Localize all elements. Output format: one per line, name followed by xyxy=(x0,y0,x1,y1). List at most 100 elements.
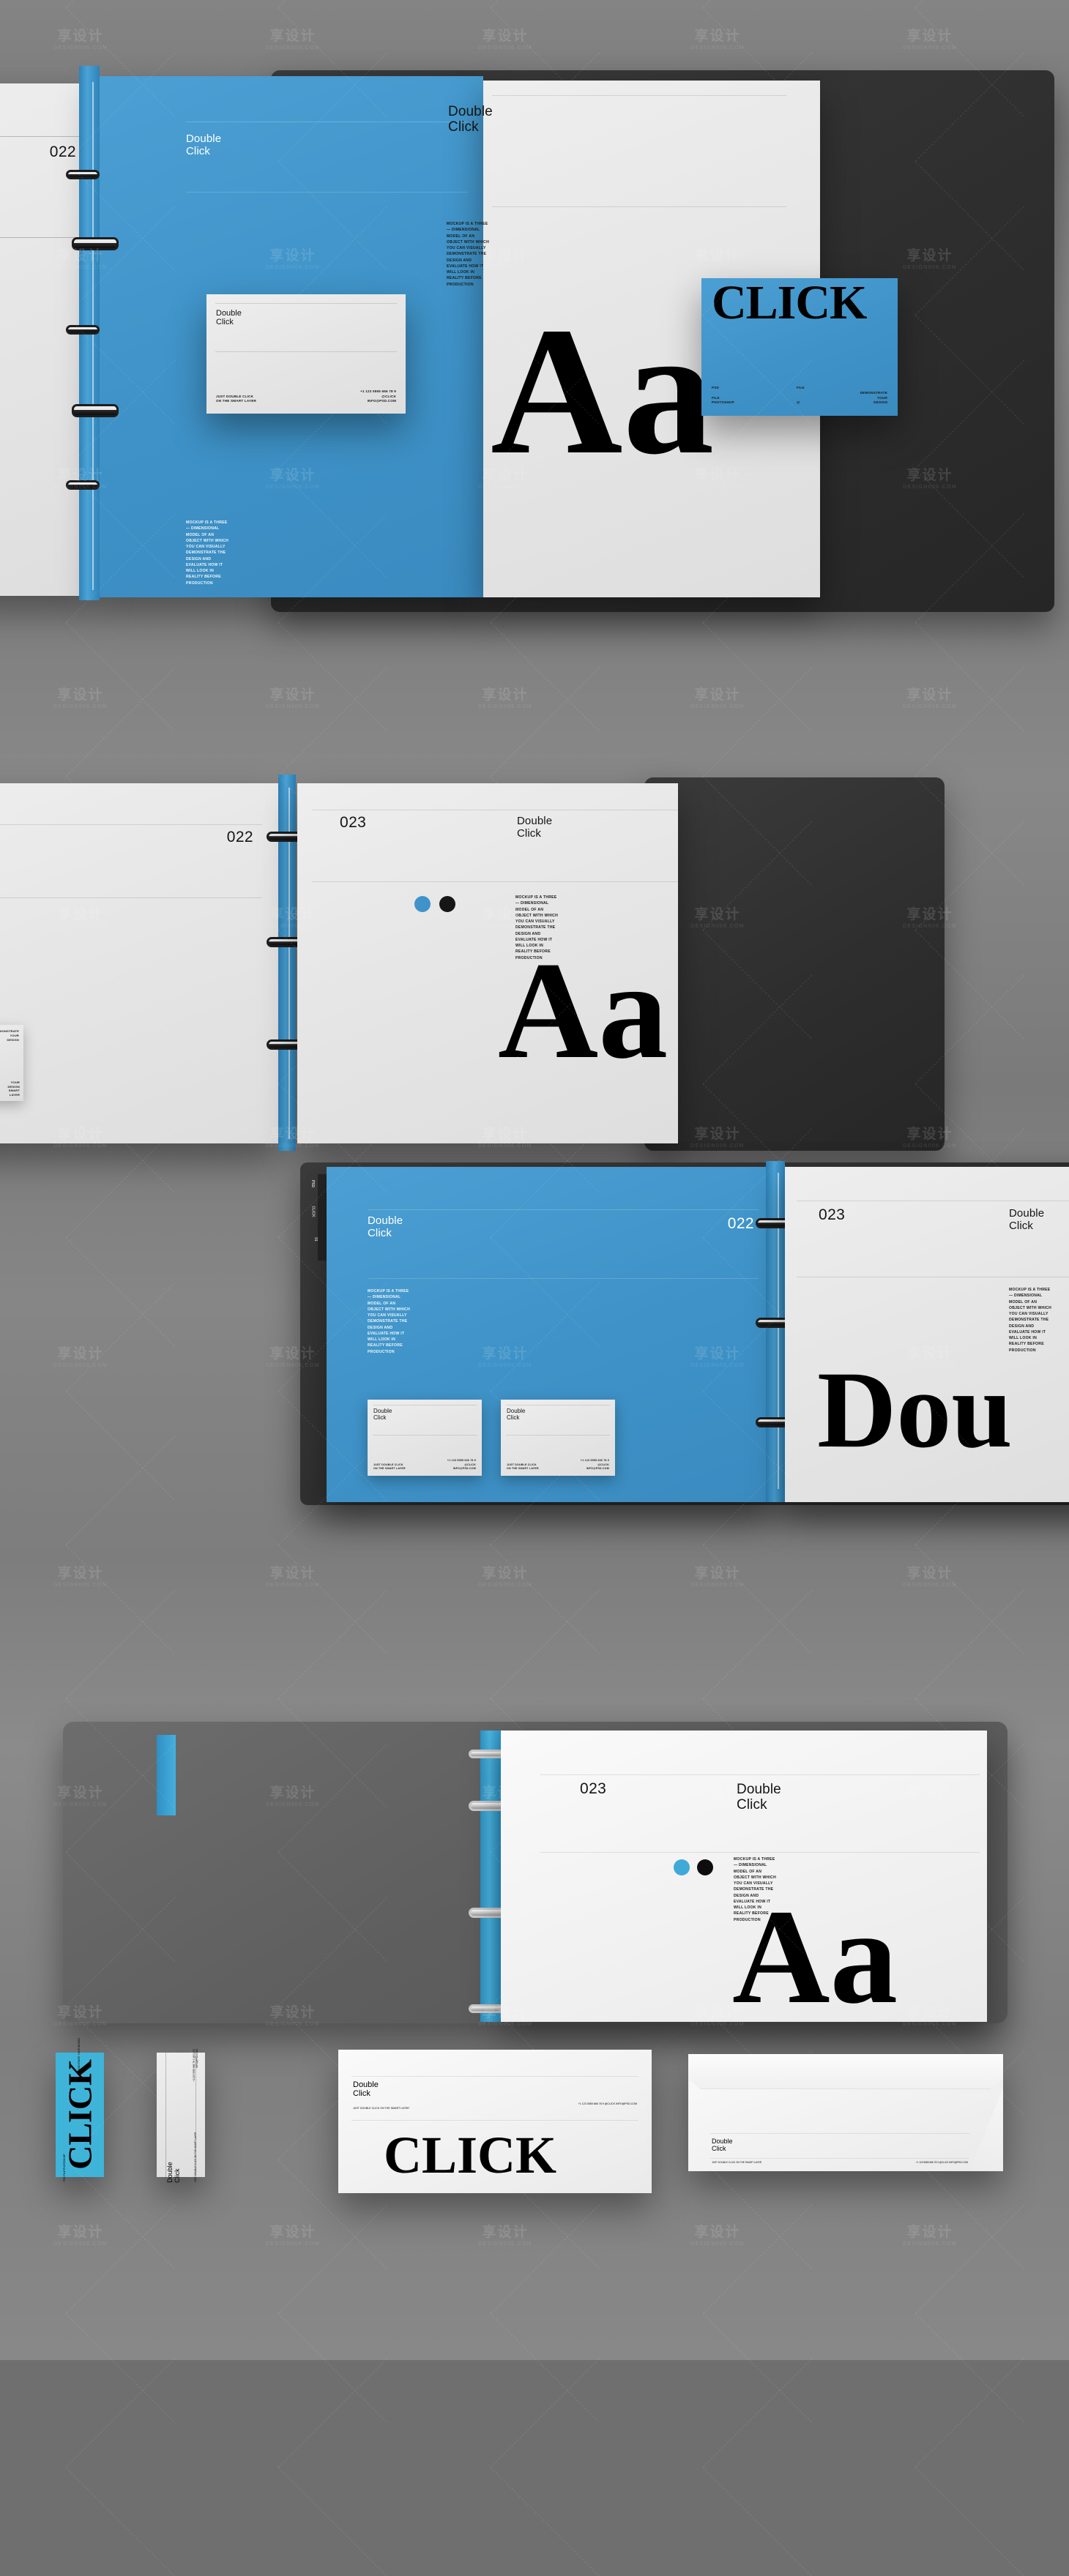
binder-page-left-2: 022 CLICK DEMONSTRATE YOUR DESIGN PSD FI… xyxy=(0,783,278,1143)
watermark-diagonal xyxy=(66,1436,176,1545)
watermark: 享设计DESIGN006.COM xyxy=(478,1566,532,1588)
binder-page-blue: Double Click MOCKUP IS A THREE — DIMENSI… xyxy=(95,76,483,597)
page-title-3r: Double Click xyxy=(1009,1207,1045,1232)
mini-card-gray: PSD FILE PHOTOSHOP FILE @ DEMONSTRATE YO… xyxy=(0,1025,23,1101)
page-number-023: 023 xyxy=(340,814,367,831)
watermark-diagonal xyxy=(915,2313,1024,2423)
watermark-diagonal xyxy=(915,0,1025,8)
watermark-diagonal xyxy=(702,1545,812,1654)
card-col-2: FILE @ xyxy=(797,386,805,405)
body-copy-3: MOCKUP IS A THREE — DIMENSIONAL MODEL OF… xyxy=(368,1289,411,1354)
stationery-letterhead: Double Click JUST DOUBLE CLICK ON THE SM… xyxy=(338,2050,652,2193)
watermark-diagonal xyxy=(66,1282,176,1392)
scene-open-binder-spread: 022 CLICK DEMONSTRATE YOUR DESIGN PSD FI… xyxy=(0,774,966,1151)
body-copy-blue: MOCKUP IS A THREE — DIMENSIONAL MODEL OF… xyxy=(186,520,229,586)
binder-spine-blue-3 xyxy=(766,1161,785,1502)
watermark-diagonal xyxy=(703,0,813,8)
page-number-022: 022 xyxy=(226,829,253,845)
envelope-title: Double Click xyxy=(712,2138,733,2153)
card-contact: +1 123 5555 666 78 9 @CLICK INFO@PSD.COM xyxy=(360,389,396,403)
watermark-diagonal xyxy=(915,2467,1024,2576)
watermark-diagonal xyxy=(65,2313,175,2423)
letterhead-contact: +1 123 5555 666 78 9 @CLICK INFO@PSD.COM xyxy=(578,2102,637,2105)
binder-ring xyxy=(469,2004,504,2013)
envelope-seam xyxy=(969,2088,1003,2171)
color-swatch-blue xyxy=(414,896,431,912)
envelope-flap xyxy=(688,2054,1003,2089)
wordmark: CLICK xyxy=(712,276,867,329)
stationery-card-back-contact: +1 123 5555 666 78 9 @CLICK INFO@PSD.COM xyxy=(193,2049,198,2082)
watermark: 享设计DESIGN006.COM xyxy=(690,29,745,51)
watermark-diagonal xyxy=(278,622,387,732)
watermark-diagonal xyxy=(65,1545,175,1654)
body-copy-right: MOCKUP IS A THREE — DIMENSIONAL MODEL OF… xyxy=(447,222,490,287)
card-1-tagline: JUST DOUBLE CLICK ON THE SMART LAYER xyxy=(373,1463,406,1470)
watermark-diagonal xyxy=(278,2358,388,2468)
stationery-card-back: Double Click JUST DOUBLE CLICK ON THE SM… xyxy=(157,2049,205,2183)
binder-page-right-2: 023 Double Click MOCKUP IS A THREE — DIM… xyxy=(297,783,678,1143)
watermark-diagonal xyxy=(703,1589,813,1699)
watermark-diagonal xyxy=(278,2467,387,2576)
watermark-diagonal xyxy=(66,1589,176,1699)
binder-ring xyxy=(72,404,119,417)
envelope-tagline: JUST DOUBLE CLICK ON THE SMART LAYER xyxy=(712,2161,762,2164)
watermark-diagonal xyxy=(491,2358,600,2468)
stationery-card-col-3: DEMONSTRATE YOUR DESIGN xyxy=(78,2038,81,2075)
binder-page-right-3: 023 Double Click MOCKUP IS A THREE — DIM… xyxy=(785,1167,1069,1502)
page-title-right: Double Click xyxy=(448,104,493,135)
stationery-row: CLICK PSD FILE PHOTOSHOP DEMONSTRATE YOU… xyxy=(0,2036,1069,2278)
card-col-3: DEMONSTRATE YOUR DESIGN xyxy=(860,391,887,405)
watermark-diagonal xyxy=(278,0,388,8)
binder-spine-groove xyxy=(92,82,94,590)
scene-open-binder-blue-page: 022 Double Click MOCKUP IS A THREE — DIM… xyxy=(0,66,1054,612)
spine-label-number: 01 xyxy=(313,1237,318,1242)
watermark-diagonal xyxy=(66,0,176,8)
watermark: 享设计DESIGN006.COM xyxy=(478,687,532,709)
watermark-diagonal xyxy=(702,2313,812,2423)
mini-col-3: DEMONSTRATE YOUR DESIGN xyxy=(0,1029,19,1042)
type-specimen-3: Dou xyxy=(817,1349,1013,1471)
type-specimen: Aa xyxy=(491,290,715,493)
page-title-2: Double Click xyxy=(517,815,553,840)
page-title-blue: Double Click xyxy=(186,132,222,157)
stationery-envelope: Double Click JUST DOUBLE CLICK ON THE SM… xyxy=(688,2054,1003,2171)
color-swatch-black-4 xyxy=(697,1859,713,1875)
business-card-2: Double Click JUST DOUBLE CLICK ON THE SM… xyxy=(501,1400,615,1476)
card-tagline: JUST DOUBLE CLICK ON THE SMART LAYER xyxy=(216,394,256,403)
letterhead-wordmark: CLICK xyxy=(384,2126,557,2184)
watermark: 享设计DESIGN006.COM xyxy=(478,29,532,51)
watermark-diagonal xyxy=(915,622,1024,732)
watermark: 享设计DESIGN006.COM xyxy=(53,1566,108,1588)
page-number-023-4: 023 xyxy=(580,1780,607,1797)
card-2-contact: +1 123 5555 666 78 9 @CLICK INFO@PSD.COM xyxy=(580,1459,609,1470)
business-card-front: Double Click JUST DOUBLE CLICK ON THE SM… xyxy=(206,294,406,414)
color-swatch-black xyxy=(439,896,455,912)
binder-spine-blue-4 xyxy=(480,1731,501,2022)
watermark: 享设计DESIGN006.COM xyxy=(53,29,108,51)
binder-dark-cover-2 xyxy=(644,777,945,1151)
card-2-tagline: JUST DOUBLE CLICK ON THE SMART LAYER xyxy=(507,1463,539,1470)
watermark: 享设计DESIGN006.COM xyxy=(53,687,108,709)
watermark-diagonal xyxy=(491,0,600,8)
watermark-diagonal xyxy=(278,2313,387,2423)
envelope-contact: +1 123 5555 666 78 9 @CLICK INFO@PSD.COM xyxy=(915,2161,968,2164)
scene-blue-spread: PSD CLICK 01 Double Click 022 MOCKUP IS … xyxy=(300,1161,1069,1507)
type-specimen-4: Aa xyxy=(732,1882,898,2032)
stationery-card-back-title: Double Click xyxy=(166,2162,181,2184)
stationery-card-back-tagline: JUST DOUBLE CLICK ON THE SMART LAYER xyxy=(194,2132,197,2182)
watermark: 享设计DESIGN006.COM xyxy=(903,687,957,709)
watermark-diagonal xyxy=(702,622,812,732)
watermark: 享设计DESIGN006.COM xyxy=(53,1346,108,1368)
card-1-contact: +1 123 5555 666 78 9 @CLICK INFO@PSD.COM xyxy=(447,1459,476,1470)
watermark-diagonal xyxy=(915,2358,1025,2468)
page-title-3: Double Click xyxy=(368,1214,403,1239)
spine-label-psd: PSD xyxy=(310,1179,316,1188)
watermark: 享设计DESIGN006.COM xyxy=(266,1566,320,1588)
business-card-1: Double Click JUST DOUBLE CLICK ON THE SM… xyxy=(368,1400,482,1476)
watermark-diagonal xyxy=(278,1589,388,1699)
watermark-diagonal xyxy=(490,2313,600,2423)
page-number-023-3: 023 xyxy=(819,1206,846,1223)
watermark-diagonal xyxy=(491,1589,600,1699)
watermark-diagonal xyxy=(915,667,1025,777)
binder-page-blue-3: Double Click 022 MOCKUP IS A THREE — DIM… xyxy=(327,1167,766,1502)
